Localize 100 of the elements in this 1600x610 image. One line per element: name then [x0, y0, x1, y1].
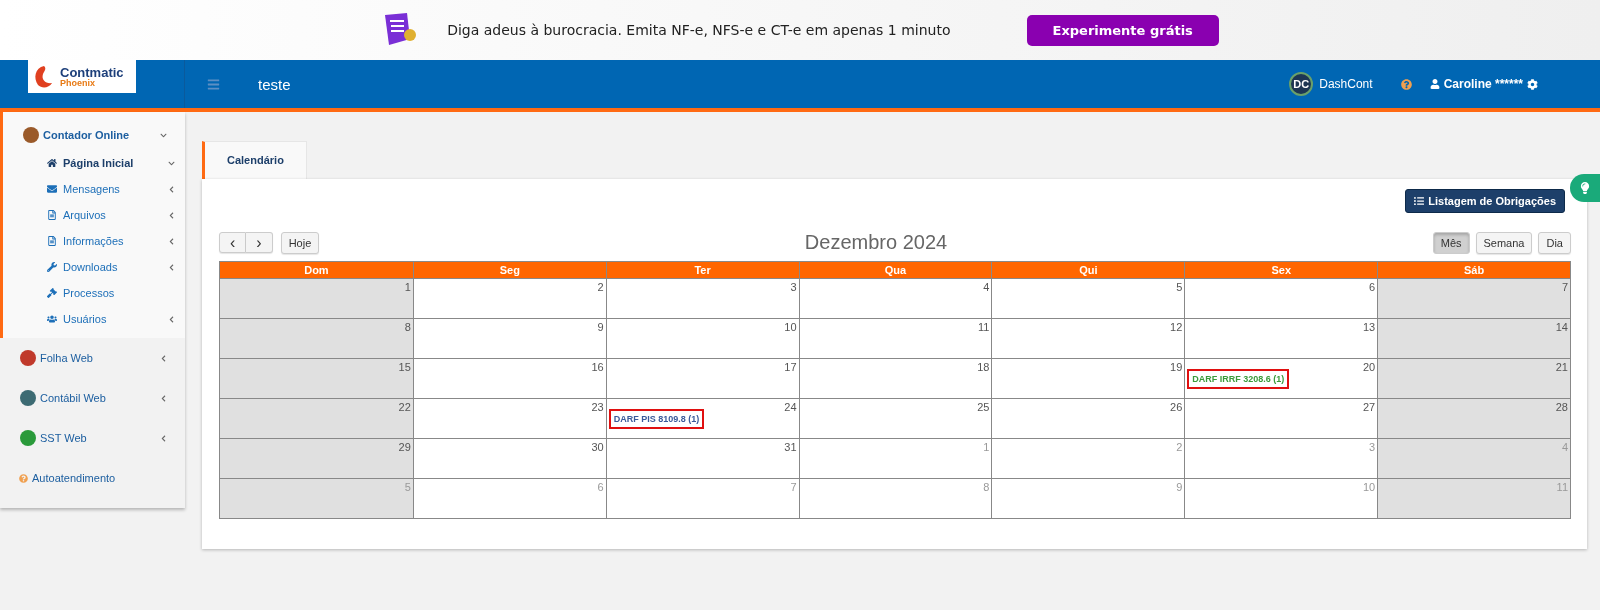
sidebar-item[interactable]: Downloads	[3, 254, 185, 280]
sidebar-item[interactable]: Autoatendimento	[0, 458, 185, 498]
day-cell[interactable]: 4	[798, 278, 992, 318]
banner-text: Diga adeus à burocracia. Emita NF-e, NFS-e e CT-e em apenas 1 minuto	[447, 22, 951, 38]
previous-button[interactable]: ‹	[219, 232, 247, 253]
day-number: 3	[790, 281, 797, 293]
weekday-header: Qua	[798, 262, 992, 278]
day-cell[interactable]: 18	[798, 358, 992, 398]
day-number: 7	[1561, 281, 1568, 293]
day-cell[interactable]: 3	[605, 278, 799, 318]
sidebar-group[interactable]: Folha Web	[0, 338, 185, 378]
day-number: 18	[977, 361, 990, 373]
help-icon[interactable]	[1400, 78, 1412, 90]
day-cell[interactable]: 8	[220, 318, 413, 358]
calendar-title: Dezembro 2024	[803, 231, 949, 254]
day-number: 8	[983, 481, 990, 493]
day-cell[interactable]: 17	[605, 358, 799, 398]
calendar-event[interactable]: DARF IRRF 3208.6 (1)	[1187, 369, 1290, 389]
envelope-icon	[47, 184, 57, 194]
user-icon	[1429, 79, 1440, 89]
day-cell[interactable]: 9	[412, 318, 606, 358]
settings-icon	[1527, 78, 1538, 90]
day-cell[interactable]: 23	[412, 398, 606, 438]
day-number: 19	[1170, 361, 1183, 373]
day-cell[interactable]: 24 DARF PIS 8109.8 (1)	[605, 398, 799, 438]
day-cell[interactable]: 13	[1184, 318, 1378, 358]
day-number: 20	[1362, 361, 1376, 373]
day-number: 6	[1369, 281, 1376, 293]
users-icon	[47, 314, 57, 324]
day-cell[interactable]: 6	[1184, 278, 1378, 318]
calendar-event[interactable]: DARF PIS 8109.8 (1)	[608, 409, 705, 429]
day-cell[interactable]: 16	[412, 358, 606, 398]
today-button[interactable]: Hoje	[280, 231, 320, 254]
weekday-header: Qui	[991, 262, 1185, 278]
day-cell[interactable]: 15	[220, 358, 413, 398]
day-number: 21	[1555, 361, 1568, 373]
help-icon	[19, 473, 28, 483]
day-cell[interactable]: 29	[220, 438, 413, 478]
try-free-button[interactable]: Experimente grátis	[1026, 14, 1219, 46]
list-icon	[1414, 196, 1425, 206]
dashcont-badge[interactable]: DC	[1289, 72, 1314, 96]
day-cell[interactable]: 5	[991, 278, 1185, 318]
next-button[interactable]: ›	[246, 232, 273, 253]
day-cell[interactable]: 28	[1377, 398, 1570, 438]
day-number: 2	[597, 281, 604, 293]
sidebar-item[interactable]: Arquivos	[3, 202, 185, 228]
day-cell[interactable]: 22	[220, 398, 413, 438]
day-cell[interactable]: 12	[991, 318, 1185, 358]
day-number: 13	[1362, 321, 1376, 333]
view-button[interactable]: Semana	[1475, 231, 1533, 254]
day-number: 1	[983, 441, 990, 453]
obligations-list-button[interactable]: Listagem de Obrigações	[1405, 189, 1565, 213]
day-cell[interactable]: 19	[991, 358, 1185, 398]
day-number: 29	[398, 441, 411, 453]
day-cell[interactable]: 20 DARF IRRF 3208.6 (1)	[1184, 358, 1378, 398]
sidebar-item[interactable]: Usuários	[3, 306, 185, 332]
day-cell[interactable]: 27	[1184, 398, 1378, 438]
day-number: 1	[404, 281, 411, 293]
day-number: 12	[1170, 321, 1183, 333]
day-cell[interactable]: 10	[605, 318, 799, 358]
day-cell[interactable]: 7	[1377, 278, 1570, 318]
day-number: 17	[784, 361, 797, 373]
day-cell[interactable]: 2	[412, 278, 606, 318]
day-number: 27	[1362, 401, 1376, 413]
lightbulb-icon[interactable]	[1570, 174, 1600, 202]
dashcont-link[interactable]: DashCont	[1319, 77, 1373, 91]
day-cell[interactable]: 25	[798, 398, 992, 438]
view-button[interactable]: Mês	[1432, 231, 1470, 254]
weekday-header: Ter	[605, 262, 799, 278]
sidebar-group[interactable]: Contábil Web	[0, 378, 185, 418]
logo-name: Contmatic	[60, 65, 124, 79]
day-cell[interactable]: 1	[220, 278, 413, 318]
sidebar-item[interactable]: Processos	[3, 280, 185, 306]
sidebar-group[interactable]: Contador Online	[3, 120, 185, 150]
view-button[interactable]: Dia	[1538, 231, 1571, 254]
day-number: 30	[591, 441, 604, 453]
day-cell[interactable]: 31	[605, 438, 799, 478]
day-number: 9	[1176, 481, 1183, 493]
day-number: 5	[404, 481, 411, 493]
wrench-icon	[47, 262, 57, 272]
sidebar-item[interactable]: Informações	[3, 228, 185, 254]
day-number: 23	[591, 401, 604, 413]
day-cell[interactable]: 11	[798, 318, 992, 358]
user-menu[interactable]: Caroline ******	[1429, 77, 1538, 91]
day-number: 8	[404, 321, 411, 333]
tab[interactable]: Calendário	[202, 141, 307, 179]
day-cell[interactable]: 26	[991, 398, 1185, 438]
day-number: 4	[1561, 441, 1568, 453]
day-cell[interactable]: 14	[1377, 318, 1570, 358]
logo[interactable]: Contmatic Phoenix	[28, 60, 136, 93]
sidebar-item[interactable]: Página Inicial	[3, 150, 185, 176]
day-cell[interactable]: 21	[1377, 358, 1570, 398]
day-number: 31	[784, 441, 797, 453]
sidebar-group[interactable]: SST Web	[0, 418, 185, 458]
day-number: 24	[784, 401, 797, 413]
day-number: 5	[1176, 281, 1183, 293]
menu-icon[interactable]	[207, 77, 220, 91]
day-number: 11	[1556, 481, 1568, 493]
day-cell[interactable]: 30	[412, 438, 606, 478]
sidebar-item[interactable]: Mensagens	[3, 176, 185, 202]
